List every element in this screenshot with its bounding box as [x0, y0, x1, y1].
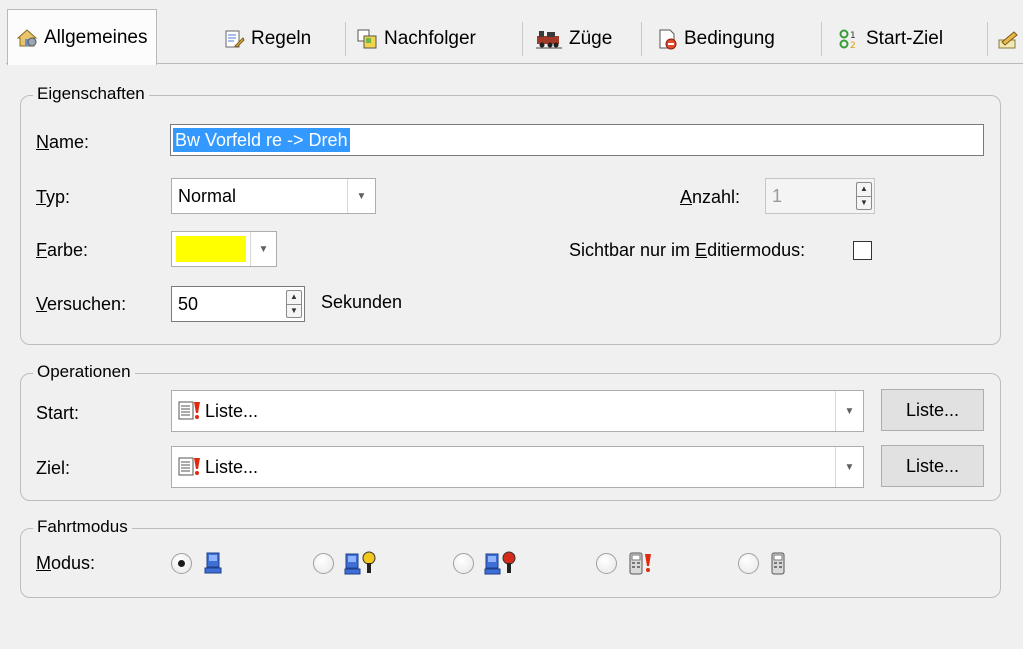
color-swatch	[176, 236, 246, 262]
ziel-label: Ziel:	[36, 458, 71, 478]
anzahl-label: Anzahl:	[680, 187, 741, 207]
successor-icon	[356, 28, 378, 50]
computer-red-signal-icon	[484, 550, 520, 576]
handheld-icon	[769, 550, 787, 576]
start-value: Liste...	[205, 401, 259, 421]
tab-label: Regeln	[251, 28, 312, 49]
typ-select[interactable]: Normal ▼	[171, 178, 376, 214]
tab-regeln[interactable]: Regeln	[215, 14, 319, 64]
anzahl-value: 1	[772, 186, 783, 206]
tab-separator	[987, 22, 988, 56]
handheld-red-icon	[627, 550, 657, 576]
modus-radio-handheld-red[interactable]	[596, 553, 617, 574]
versuchen-value: 50	[178, 294, 199, 314]
anzahl-spin-buttons[interactable]: ▲ ▼	[856, 182, 872, 210]
tab-label: Nachfolger	[384, 28, 476, 49]
spin-down-icon[interactable]: ▼	[287, 303, 301, 318]
eigenschaften-legend: Eigenschaften	[33, 84, 149, 104]
spin-up-icon[interactable]: ▲	[857, 183, 871, 196]
farbe-picker[interactable]: ▼	[171, 231, 277, 267]
tab-bar: Allgemeines Regeln Nachfolger Züge Bedin…	[0, 0, 1023, 66]
sichtbar-label: Sichtbar nur im Editiermodus:	[569, 240, 806, 260]
computer-icon	[202, 550, 226, 576]
ziel-select[interactable]: Liste... ▼	[171, 446, 864, 488]
list-warning-icon	[178, 400, 202, 422]
sekunden-label: Sekunden	[321, 292, 403, 312]
tab-label: Allgemeines	[44, 26, 148, 48]
versuchen-spin-buttons[interactable]: ▲ ▼	[286, 290, 302, 318]
tab-label: Züge	[569, 28, 613, 49]
chevron-down-icon[interactable]: ▼	[250, 232, 276, 266]
name-label: Name:	[36, 132, 90, 152]
fahrtmodus-legend: Fahrtmodus	[33, 517, 132, 537]
pencil-icon	[996, 28, 1018, 50]
condition-icon	[656, 28, 678, 50]
modus-radio-computer-red[interactable]	[453, 553, 474, 574]
rules-icon	[223, 28, 245, 50]
ziel-liste-button[interactable]: Liste...	[881, 445, 984, 487]
tab-allgemeines[interactable]: Allgemeines	[7, 9, 157, 65]
tab-bedingung[interactable]: Bedingung	[648, 14, 783, 64]
modus-radio-computer[interactable]	[171, 553, 192, 574]
typ-value: Normal	[178, 186, 237, 206]
start-select[interactable]: Liste... ▼	[171, 390, 864, 432]
start-label: Start:	[36, 403, 80, 423]
tab-nachfolger[interactable]: Nachfolger	[348, 14, 484, 64]
typ-label: Typ:	[36, 187, 71, 207]
spin-down-icon[interactable]: ▼	[857, 195, 871, 210]
train-icon	[535, 28, 563, 50]
start-liste-button[interactable]: Liste...	[881, 389, 984, 431]
tab-separator	[821, 22, 822, 56]
tab-separator	[522, 22, 523, 56]
modus-radio-handheld[interactable]	[738, 553, 759, 574]
sichtbar-checkbox[interactable]	[853, 241, 872, 260]
list-warning-icon	[178, 456, 202, 478]
tab-label: Bedingung	[684, 28, 775, 49]
computer-yellow-signal-icon	[344, 550, 380, 576]
ziel-value: Liste...	[205, 457, 259, 477]
svg-text:1: 1	[850, 31, 856, 41]
name-value: Bw Vorfeld re -> Dreh	[173, 128, 350, 152]
chevron-down-icon[interactable]: ▼	[347, 179, 375, 213]
start-goal-icon: 12	[838, 28, 860, 51]
chevron-down-icon[interactable]: ▼	[835, 391, 863, 431]
house-settings-icon	[16, 27, 38, 49]
modus-label: Modus:	[36, 553, 96, 573]
tab-separator	[345, 22, 346, 56]
tab-start-ziel[interactable]: 12 Start-Ziel	[830, 14, 951, 64]
tab-label: Start-Ziel	[866, 28, 944, 49]
tab-overflow[interactable]	[992, 14, 1022, 64]
name-input[interactable]: Bw Vorfeld re -> Dreh	[170, 124, 984, 156]
svg-text:2: 2	[850, 41, 856, 50]
modus-radio-computer-yellow[interactable]	[313, 553, 334, 574]
anzahl-stepper[interactable]: 1 ▲ ▼	[765, 178, 875, 214]
versuchen-label: Versuchen:	[36, 294, 127, 314]
tab-zuege[interactable]: Züge	[527, 14, 620, 64]
farbe-label: Farbe:	[36, 240, 89, 260]
chevron-down-icon[interactable]: ▼	[835, 447, 863, 487]
versuchen-stepper[interactable]: 50 ▲ ▼	[171, 286, 305, 322]
spin-up-icon[interactable]: ▲	[287, 291, 301, 304]
operationen-legend: Operationen	[33, 362, 135, 382]
tab-separator	[641, 22, 642, 56]
